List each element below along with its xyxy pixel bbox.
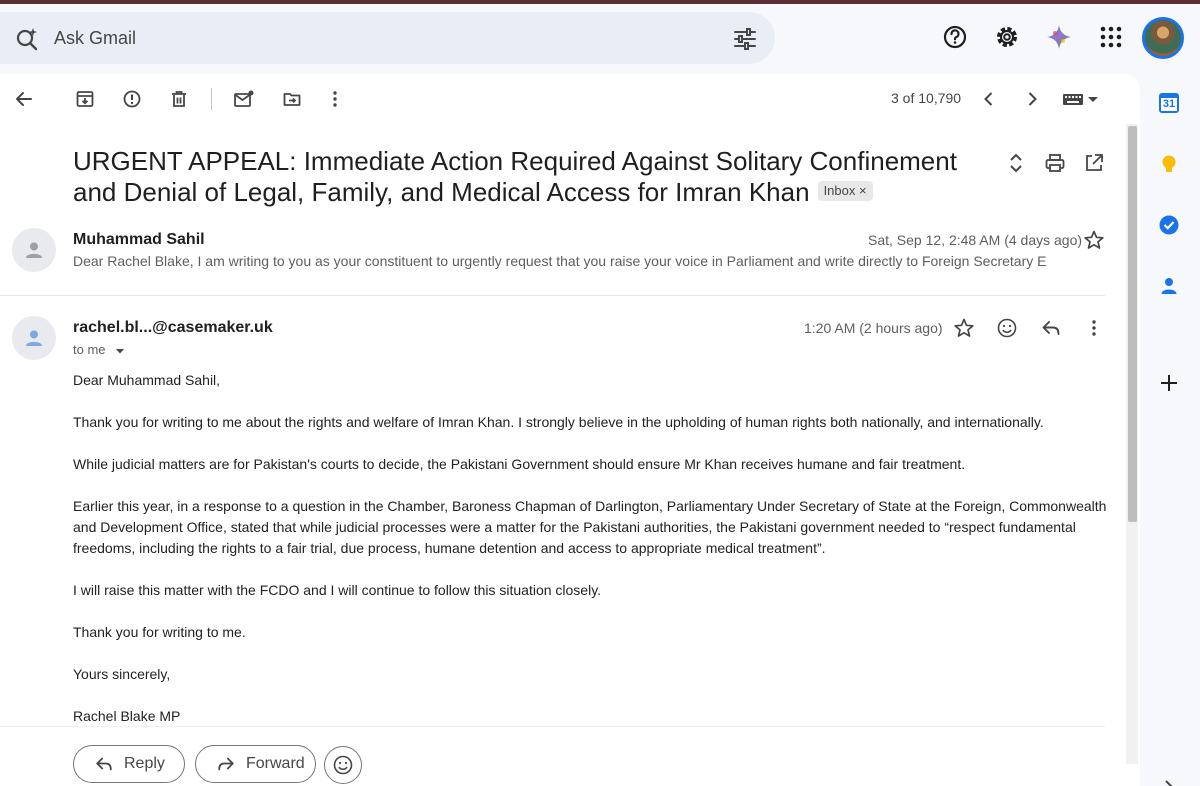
mark-unread-icon[interactable] xyxy=(232,87,256,111)
search-input[interactable]: Ask Gmail xyxy=(54,28,136,49)
apps-grid-icon[interactable] xyxy=(1098,24,1124,50)
toolbar-divider xyxy=(211,88,212,110)
add-addon-icon[interactable] xyxy=(1158,372,1180,394)
search-options-icon[interactable] xyxy=(732,26,758,52)
reply-button[interactable]: Reply xyxy=(73,745,185,783)
newer-chevron-icon[interactable] xyxy=(977,87,1001,111)
back-arrow-icon[interactable] xyxy=(12,87,36,111)
body-paragraph: I will raise this matter with the FCDO a… xyxy=(73,582,602,598)
side-panel-chevron-icon[interactable] xyxy=(1158,774,1180,786)
help-icon[interactable] xyxy=(942,24,968,50)
calendar-day: 31 xyxy=(1162,98,1176,110)
remove-label-icon[interactable]: × xyxy=(859,183,867,198)
recipient-details[interactable]: to me xyxy=(73,342,127,357)
body-paragraph: Thank you for writing to me about the ri… xyxy=(73,414,1044,430)
account-avatar[interactable] xyxy=(1142,17,1184,59)
reply-icon xyxy=(96,757,112,771)
sender-avatar xyxy=(12,228,56,272)
star-icon[interactable] xyxy=(952,316,976,340)
reply-icon[interactable] xyxy=(1039,316,1063,340)
body-paragraph: Yours sincerely, xyxy=(73,666,171,682)
move-to-icon[interactable] xyxy=(280,87,304,111)
body-paragraph: Dear Muhammad Sahil, xyxy=(73,372,221,388)
pagination-count: 3 of 10,790 xyxy=(891,90,962,106)
archive-icon[interactable] xyxy=(73,87,97,111)
message-date: 1:20 AM (2 hours ago) xyxy=(804,320,943,336)
report-spam-icon[interactable] xyxy=(120,87,144,111)
recipient-text: to me xyxy=(73,342,106,357)
gemini-sparkle-icon[interactable] xyxy=(1046,24,1072,50)
star-icon[interactable] xyxy=(1082,228,1106,252)
contacts-icon[interactable] xyxy=(1158,275,1180,297)
settings-icon[interactable] xyxy=(994,24,1020,50)
message-snippet[interactable]: Dear Rachel Blake, I am writing to you a… xyxy=(73,253,1063,269)
older-chevron-icon[interactable] xyxy=(1020,87,1044,111)
emoji-reaction-button[interactable] xyxy=(324,746,362,784)
forward-label: Forward xyxy=(246,755,305,772)
more-vert-icon[interactable] xyxy=(1082,316,1106,340)
reply-label: Reply xyxy=(124,755,165,772)
body-paragraph: Thank you for writing to me. xyxy=(73,624,246,640)
input-tools-keyboard-icon[interactable] xyxy=(1062,87,1102,111)
window-top-strip xyxy=(0,0,1200,4)
email-subject: URGENT APPEAL: Immediate Action Required… xyxy=(73,146,1003,208)
message-divider xyxy=(0,295,1105,296)
search-bar[interactable]: Ask Gmail xyxy=(0,12,775,64)
forward-button[interactable]: Forward xyxy=(195,745,316,783)
tasks-icon[interactable] xyxy=(1158,214,1180,236)
message-date: Sat, Sep 12, 2:48 AM (4 days ago) xyxy=(868,232,1083,248)
sender-avatar xyxy=(12,316,56,360)
expand-collapse-icon[interactable] xyxy=(1004,151,1028,175)
more-vert-icon[interactable] xyxy=(323,87,347,111)
scrollbar-thumb[interactable] xyxy=(1128,126,1137,522)
sender-email[interactable]: rachel.bl...@casemaker.uk xyxy=(73,319,273,337)
search-sparkle-icon[interactable] xyxy=(14,26,40,52)
message-body: Dear Muhammad Sahil, Thank you for writi… xyxy=(73,370,1113,748)
chevron-down-icon[interactable] xyxy=(113,346,127,356)
body-paragraph: Earlier this year, in a response to a qu… xyxy=(73,498,1107,556)
sender-name[interactable]: Muhammad Sahil xyxy=(73,231,205,249)
inbox-label-chip[interactable]: Inbox × xyxy=(817,181,873,202)
message-view: 3 of 10,790 URGENT APPEAL: Immediate Act… xyxy=(0,74,1140,786)
delete-icon[interactable] xyxy=(167,87,191,111)
emoji-icon xyxy=(333,755,353,775)
print-icon[interactable] xyxy=(1043,151,1067,175)
body-paragraph: While judicial matters are for Pakistan'… xyxy=(73,456,966,472)
forward-icon xyxy=(218,757,234,771)
body-paragraph: Rachel Blake MP xyxy=(73,708,181,724)
open-new-window-icon[interactable] xyxy=(1082,151,1106,175)
keep-icon[interactable] xyxy=(1158,153,1180,175)
inbox-label-text: Inbox xyxy=(823,183,856,199)
emoji-react-icon[interactable] xyxy=(995,316,1019,340)
